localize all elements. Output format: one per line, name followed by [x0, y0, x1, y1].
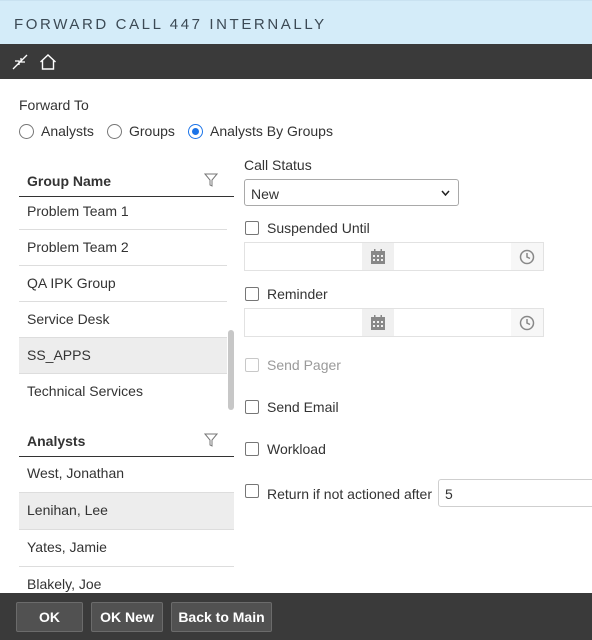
workload-label: Workload [267, 441, 326, 457]
workload-checkbox[interactable] [245, 442, 259, 456]
group-item-label: Service Desk [27, 311, 110, 327]
group-item-label: QA IPK Group [27, 275, 116, 291]
clock-icon [519, 249, 535, 265]
radio-analysts-by-groups-label[interactable]: Analysts By Groups [210, 123, 333, 139]
group-item-label: Problem Team 1 [27, 203, 129, 219]
forward-to-label: Forward To [19, 97, 89, 113]
radio-groups[interactable] [107, 124, 122, 139]
reminder-checkbox[interactable] [245, 287, 259, 301]
group-item-selected[interactable]: SS_APPS [19, 338, 227, 374]
time-button[interactable] [511, 243, 543, 270]
return-if-not-actioned-checkbox[interactable] [245, 484, 259, 498]
analyst-item[interactable]: Yates, Jamie [19, 530, 234, 567]
send-email-label: Send Email [267, 399, 339, 415]
suspended-date-input[interactable] [245, 243, 362, 270]
group-item[interactable]: Service Desk [19, 302, 227, 338]
calendar-button[interactable] [362, 309, 394, 336]
return-after-value: 5 [445, 486, 453, 502]
group-item-label: SS_APPS [27, 347, 91, 363]
group-item[interactable]: QA IPK Group [19, 266, 227, 302]
main-content: Forward To Analysts Groups Analysts By G… [0, 79, 592, 593]
analyst-item-label: Blakely, Joe [27, 576, 102, 592]
call-status-select[interactable]: New [244, 179, 459, 206]
analyst-item-label: Lenihan, Lee [27, 502, 108, 518]
group-list-scrollbar[interactable] [228, 330, 234, 410]
group-item-label: Technical Services [27, 383, 143, 399]
analysts-header: Analysts [19, 427, 234, 457]
toolbar [0, 44, 592, 79]
calendar-icon [371, 249, 385, 264]
radio-groups-label[interactable]: Groups [129, 123, 175, 139]
group-name-header: Group Name [19, 167, 234, 197]
reminder-date-input[interactable] [245, 309, 362, 336]
ok-new-button[interactable]: OK New [91, 602, 163, 632]
reminder-datetime [244, 308, 544, 337]
filter-icon[interactable] [204, 173, 218, 187]
return-after-input[interactable]: 5 [438, 479, 592, 507]
send-email-checkbox[interactable] [245, 400, 259, 414]
calendar-icon [371, 315, 385, 330]
clock-icon [519, 315, 535, 331]
analyst-item-label: Yates, Jamie [27, 539, 107, 555]
reminder-label: Reminder [267, 286, 328, 302]
analysts-header-label: Analysts [27, 433, 86, 449]
calendar-button[interactable] [362, 243, 394, 270]
suspended-time-input[interactable] [394, 243, 511, 270]
group-item[interactable]: Technical Services [19, 374, 227, 410]
radio-analysts[interactable] [19, 124, 34, 139]
suspended-until-checkbox[interactable] [245, 221, 259, 235]
reminder-time-input[interactable] [394, 309, 511, 336]
analyst-item[interactable]: West, Jonathan [19, 456, 234, 493]
suspended-until-datetime [244, 242, 544, 271]
group-item-label: Problem Team 2 [27, 239, 129, 255]
chevron-down-icon [441, 190, 450, 196]
back-to-main-button[interactable]: Back to Main [171, 602, 272, 632]
ok-button[interactable]: OK [16, 602, 83, 632]
suspended-until-label: Suspended Until [267, 220, 370, 236]
call-status-value: New [251, 186, 280, 202]
filter-icon[interactable] [204, 433, 218, 447]
call-status-label: Call Status [244, 157, 312, 173]
window-title: FORWARD CALL 447 INTERNALLY [14, 16, 327, 33]
group-item[interactable]: Problem Team 2 [19, 230, 227, 266]
time-button[interactable] [511, 309, 543, 336]
analyst-item-label: West, Jonathan [27, 465, 125, 481]
title-bar: FORWARD CALL 447 INTERNALLY [0, 0, 592, 44]
radio-analysts-label[interactable]: Analysts [41, 123, 94, 139]
send-pager-label: Send Pager [267, 357, 341, 373]
footer-bar: OK OK New Back to Main [0, 593, 592, 640]
radio-analysts-by-groups[interactable] [188, 124, 203, 139]
group-name-header-label: Group Name [27, 173, 112, 189]
group-item[interactable]: Problem Team 1 [19, 194, 227, 230]
send-pager-checkbox [245, 358, 259, 372]
analyst-item-selected[interactable]: Lenihan, Lee [19, 493, 234, 530]
home-icon[interactable] [39, 53, 57, 71]
collapse-icon[interactable] [11, 53, 29, 71]
return-if-not-actioned-label: Return if not actioned after [267, 486, 432, 502]
